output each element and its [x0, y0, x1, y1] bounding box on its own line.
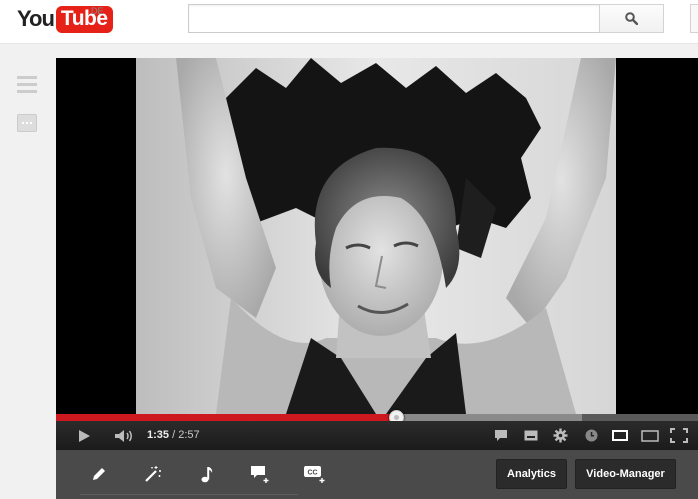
- current-time: 1:35: [147, 429, 170, 441]
- captions-button[interactable]: [522, 421, 540, 450]
- duration: 2:57: [178, 429, 200, 441]
- settings-icon: [553, 428, 567, 443]
- large-player-icon: [641, 429, 659, 442]
- annotations-icon: [495, 430, 507, 441]
- watch-later-button[interactable]: [582, 421, 600, 450]
- hamburger-icon-bar: [17, 83, 37, 86]
- video-still: [136, 58, 616, 414]
- subtitles-add-icon: CC: [304, 466, 325, 483]
- edit-info-button[interactable]: [86, 462, 112, 486]
- play-button[interactable]: [72, 421, 96, 450]
- magic-wand-icon: [145, 466, 161, 482]
- logo-region-label: DE: [91, 6, 104, 16]
- search-button[interactable]: [599, 4, 664, 33]
- volume-icon: [115, 429, 132, 442]
- hamburger-icon: [17, 76, 37, 79]
- annotation-add-icon: [251, 466, 269, 483]
- volume-button[interactable]: [112, 421, 136, 450]
- annotations-button[interactable]: [492, 421, 510, 450]
- video-manager-button[interactable]: Video-Manager: [575, 459, 676, 489]
- play-icon: [79, 429, 90, 442]
- annotations-add-button[interactable]: [248, 462, 274, 486]
- svg-text:CC: CC: [307, 470, 317, 477]
- small-player-icon: [612, 430, 628, 441]
- large-player-button[interactable]: [640, 421, 660, 450]
- time-display: 1:35 / 2:57: [147, 421, 200, 450]
- creator-action-bar: CC Analytics Video-Manager: [56, 450, 698, 499]
- upload-button[interactable]: [690, 4, 698, 33]
- music-note-icon: [201, 466, 213, 482]
- dot: [30, 122, 32, 124]
- search-icon: [625, 12, 638, 25]
- youtube-watch-page: You Tube DE 1:35 / 2:57 CC Analytics Vid…: [0, 0, 698, 499]
- logo-you-text: You: [17, 6, 55, 31]
- dot: [26, 122, 28, 124]
- player-controls: 1:35 / 2:57: [56, 421, 698, 450]
- small-player-button[interactable]: [610, 421, 630, 450]
- video-frame[interactable]: [136, 58, 616, 414]
- search-input[interactable]: [188, 4, 600, 33]
- enhancements-button[interactable]: [140, 462, 166, 486]
- time-separator: /: [169, 429, 179, 441]
- masthead: You Tube DE: [0, 0, 698, 44]
- fullscreen-button[interactable]: [668, 421, 690, 450]
- captions-icon: [524, 430, 538, 441]
- analytics-button[interactable]: Analytics: [496, 459, 567, 489]
- settings-button[interactable]: [550, 421, 570, 450]
- audio-button[interactable]: [194, 462, 220, 486]
- guide-menu-button[interactable]: [17, 76, 37, 94]
- pencil-icon: [93, 468, 105, 480]
- fullscreen-icon: [670, 428, 688, 443]
- video-player[interactable]: 1:35 / 2:57: [56, 58, 698, 450]
- progress-bar[interactable]: [56, 410, 698, 425]
- progress-played: [56, 414, 397, 421]
- more-icon[interactable]: [17, 114, 37, 132]
- logo-tube-text: Tube: [55, 5, 113, 33]
- hamburger-icon-bar: [17, 90, 37, 93]
- watch-later-icon: [585, 429, 597, 442]
- subtitles-add-button[interactable]: CC: [302, 462, 328, 486]
- dot: [22, 122, 24, 124]
